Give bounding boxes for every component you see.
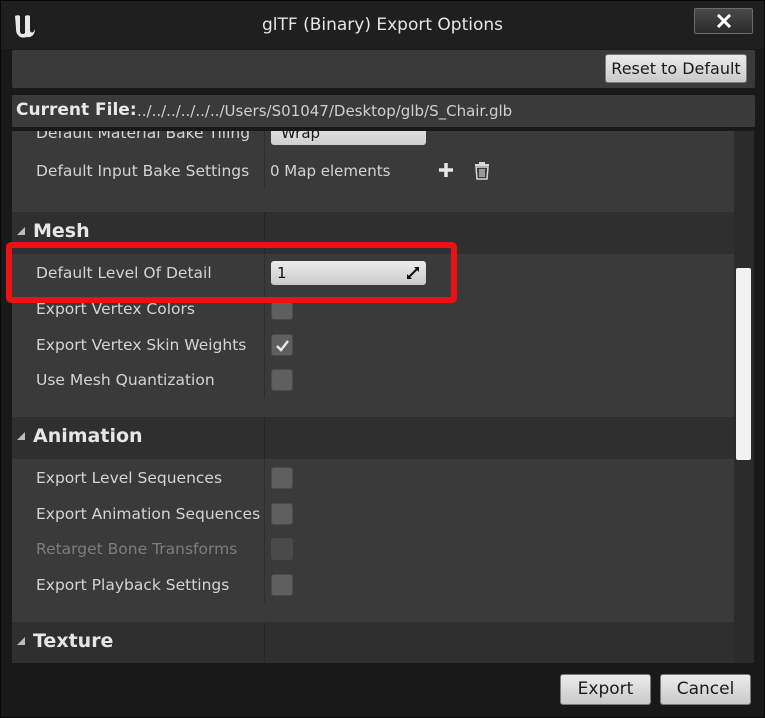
column-divider	[264, 327, 265, 363]
collapse-arrow-icon	[17, 227, 25, 235]
retarget-checkbox	[271, 538, 293, 560]
details-panel[interactable]: Default Material Bake Tiling Wrap Defaul…	[12, 131, 744, 663]
window-title: glTF (Binary) Export Options	[261, 15, 504, 35]
scrollbar-thumb[interactable]	[736, 268, 751, 460]
section-title: Mesh	[33, 220, 90, 242]
row-label: Use Mesh Quantization	[36, 371, 215, 389]
close-button[interactable]	[694, 8, 753, 34]
column-divider	[264, 460, 265, 496]
mesh-quantization-row: Use Mesh Quantization	[12, 362, 744, 398]
export-skin-weights-row: Export Vertex Skin Weights	[12, 327, 744, 363]
column-divider	[264, 622, 265, 663]
column-divider	[264, 131, 265, 151]
level-sequences-checkbox[interactable]	[271, 467, 293, 489]
collapse-arrow-icon	[17, 432, 25, 440]
reset-to-default-button[interactable]: Reset to Default	[605, 54, 747, 83]
row-label: Export Playback Settings	[36, 576, 230, 594]
section-header-animation[interactable]: Animation	[12, 417, 744, 459]
plus-icon[interactable]	[438, 162, 454, 178]
column-divider	[264, 153, 265, 189]
trash-icon[interactable]	[474, 162, 490, 180]
row-label: Default Input Bake Settings	[36, 162, 250, 180]
retarget-bone-transforms-row: Retarget Bone Transforms	[12, 531, 744, 567]
options-toolbar: Reset to Default	[12, 50, 755, 88]
collapse-arrow-icon	[17, 637, 25, 645]
animation-sequences-checkbox[interactable]	[271, 503, 293, 525]
dropdown-value: Wrap	[281, 131, 321, 142]
export-animation-sequences-row: Export Animation Sequences	[12, 496, 744, 532]
material-bake-tiling-row: Default Material Bake Tiling Wrap	[12, 131, 744, 151]
bake-tiling-dropdown[interactable]: Wrap	[271, 131, 426, 145]
export-level-sequences-row: Export Level Sequences	[12, 460, 744, 496]
section-header-texture[interactable]: Texture	[12, 622, 744, 663]
row-label: Export Animation Sequences	[36, 505, 261, 523]
checkmark-icon	[276, 340, 289, 352]
column-divider	[264, 417, 265, 459]
cancel-button[interactable]: Cancel	[660, 674, 751, 705]
current-file-bar: Current File: ../../../../../../Users/S0…	[12, 95, 755, 127]
row-label: Export Level Sequences	[36, 469, 223, 487]
row-label: Default Material Bake Tiling	[36, 131, 251, 142]
section-title: Animation	[33, 425, 143, 447]
column-divider	[264, 362, 265, 398]
title-bar[interactable]: glTF (Binary) Export Options	[1, 1, 764, 49]
export-playback-settings-row: Export Playback Settings	[12, 567, 744, 603]
section-title: Texture	[33, 630, 114, 652]
red-highlight-box	[6, 242, 457, 303]
column-divider	[264, 567, 265, 603]
skin-weights-checkbox[interactable]	[271, 334, 293, 356]
export-options-window: glTF (Binary) Export Options Reset to De…	[0, 0, 765, 718]
map-elements-count: 0 Map elements	[270, 162, 391, 180]
column-divider	[264, 531, 265, 567]
current-file-path: ../../../../../../Users/S01047/Desktop/g…	[137, 102, 513, 120]
mesh-quantization-checkbox[interactable]	[271, 369, 293, 391]
row-label: Retarget Bone Transforms	[36, 540, 238, 558]
column-divider	[264, 496, 265, 532]
input-bake-settings-row: Default Input Bake Settings 0 Map elemen…	[12, 153, 744, 189]
close-icon	[716, 14, 732, 28]
export-button[interactable]: Export	[560, 674, 651, 705]
current-file-label: Current File:	[16, 100, 137, 120]
playback-settings-checkbox[interactable]	[271, 574, 293, 596]
row-label: Export Vertex Skin Weights	[36, 336, 247, 354]
